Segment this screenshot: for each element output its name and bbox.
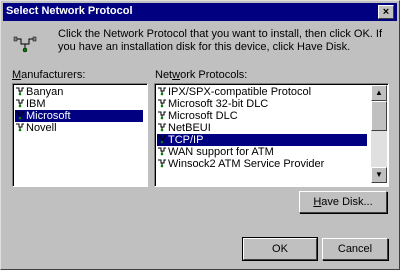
protocol-item-label: WAN support for ATM [168, 146, 274, 158]
instructions-text: Click the Network Protocol that you want… [58, 28, 383, 53]
protocol-item-label: NetBEUI [168, 122, 211, 134]
manufacturer-item-label: Novell [26, 122, 57, 134]
protocol-icon [16, 123, 24, 132]
select-network-protocol-dialog: Select Network Protocol × Click the Netw… [0, 0, 400, 270]
manufacturer-item-label: Microsoft [26, 110, 71, 122]
close-button[interactable]: × [378, 5, 394, 19]
cancel-button[interactable]: Cancel [322, 238, 388, 260]
protocol-item[interactable]: TCP/IP [157, 134, 367, 146]
protocol-item[interactable]: Winsock2 ATM Service Provider [157, 158, 367, 170]
manufacturers-list[interactable]: Banyan IBM Microsoft Novell [12, 83, 148, 187]
manufacturer-item[interactable]: IBM [15, 98, 46, 110]
have-disk-button[interactable]: Have Disk... [299, 191, 387, 213]
title-bar[interactable]: Select Network Protocol × [3, 3, 397, 21]
manufacturer-item-label: IBM [26, 98, 46, 110]
manufacturer-item[interactable]: Novell [15, 122, 57, 134]
ok-button[interactable]: OK [242, 237, 318, 261]
protocol-item[interactable]: Microsoft DLC [157, 110, 367, 122]
scroll-up-button[interactable]: ▲ [371, 85, 387, 101]
window-title: Select Network Protocol [6, 5, 133, 17]
manufacturer-item-label: Banyan [26, 86, 64, 98]
manufacturer-item[interactable]: Microsoft [15, 110, 143, 122]
protocol-icon [16, 111, 24, 120]
scroll-down-button[interactable]: ▼ [371, 167, 387, 183]
scroll-thumb[interactable] [371, 101, 387, 131]
protocol-icon [16, 99, 24, 108]
manufacturers-label: Manufacturers: [12, 69, 86, 81]
protocol-item-label: TCP/IP [168, 134, 204, 146]
network-protocol-icon [13, 36, 37, 53]
network-protocols-list[interactable]: ▲ ▼ IPX/SPX-compatible Protocol Microsoft… [154, 83, 389, 187]
protocol-icon [158, 111, 166, 120]
manufacturer-item[interactable]: Banyan [15, 86, 63, 98]
protocol-icon [158, 159, 166, 168]
protocol-item-label: Microsoft DLC [168, 110, 238, 122]
protocol-item[interactable]: IPX/SPX-compatible Protocol [157, 86, 367, 98]
network-protocols-label: Network Protocols: [155, 69, 248, 81]
protocol-icon [158, 87, 166, 96]
protocol-item[interactable]: Microsoft 32-bit DLC [157, 98, 367, 110]
protocol-item-label: IPX/SPX-compatible Protocol [168, 86, 312, 98]
protocol-item-label: Winsock2 ATM Service Provider [168, 158, 325, 170]
protocol-icon [158, 99, 166, 108]
protocol-icon [16, 87, 24, 96]
protocol-item[interactable]: WAN support for ATM [157, 146, 367, 158]
protocol-item[interactable]: NetBEUI [157, 122, 367, 134]
protocol-icon [158, 135, 166, 144]
protocol-item-label: Microsoft 32-bit DLC [168, 98, 269, 110]
protocols-scrollbar[interactable]: ▲ ▼ [371, 85, 387, 183]
protocol-icon [158, 147, 166, 156]
protocol-icon [158, 123, 166, 132]
